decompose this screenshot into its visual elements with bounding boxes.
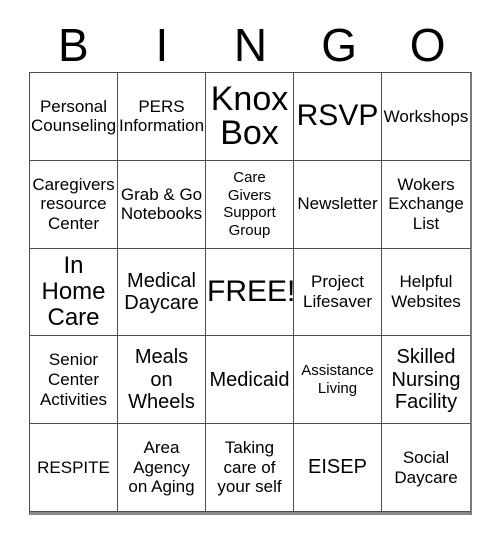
bingo-cell-label: Medicaid bbox=[209, 368, 290, 391]
bingo-cell-label: FREE! bbox=[207, 274, 294, 308]
bingo-cell[interactable]: Newsletter bbox=[294, 160, 382, 249]
bingo-header: B I N G O bbox=[29, 18, 472, 72]
bingo-cell-label: Senior Center Activities bbox=[39, 350, 108, 409]
bingo-cell-label: Medical Daycare bbox=[124, 269, 199, 314]
bingo-cell-label: RESPITE bbox=[37, 457, 110, 477]
bingo-cell-label: EISEP bbox=[308, 456, 367, 479]
bingo-cell-label: Knox Box bbox=[210, 80, 289, 153]
bingo-cell-label: Caregivers resource Center bbox=[32, 174, 115, 233]
bingo-cell-label: Area Agency on Aging bbox=[128, 438, 195, 497]
bingo-cell-label: Project Lifesaver bbox=[303, 272, 372, 311]
bingo-cell[interactable]: Medicaid bbox=[206, 336, 294, 425]
bingo-header-letter-i: I bbox=[155, 19, 169, 71]
bingo-cell-label: Social Daycare bbox=[394, 448, 458, 487]
bingo-cell[interactable]: Skilled Nursing Facility bbox=[382, 336, 470, 425]
bingo-cell-label: Workshops bbox=[383, 106, 469, 126]
bingo-cell[interactable]: PERS Information bbox=[118, 73, 206, 161]
bingo-cell[interactable]: Personal Counseling bbox=[30, 73, 118, 161]
bingo-cell-label: PERS Information bbox=[119, 96, 205, 136]
bingo-cell[interactable]: Workshops bbox=[382, 73, 470, 161]
bingo-cell[interactable]: Project Lifesaver bbox=[294, 248, 382, 337]
bingo-grid: Personal Counseling PERS Information Knox … bbox=[29, 72, 472, 515]
bingo-cell[interactable]: In Home Care bbox=[30, 248, 118, 337]
bingo-cell[interactable]: Taking care of your self bbox=[206, 424, 294, 512]
bingo-cell-label: Taking care of your self bbox=[217, 438, 282, 497]
bingo-cell[interactable]: Area Agency on Aging bbox=[118, 424, 206, 512]
bingo-cell[interactable]: Knox Box bbox=[206, 73, 294, 161]
bingo-cell-label: In Home Care bbox=[41, 252, 106, 331]
bingo-cell-label: Helpful Websites bbox=[391, 272, 461, 311]
bingo-header-letter-b: B bbox=[57, 19, 89, 71]
bingo-cell-label: Wokers Exchange List bbox=[388, 174, 464, 233]
bingo-cell[interactable]: Helpful Websites bbox=[382, 248, 470, 337]
bingo-cell[interactable]: RESPITE bbox=[30, 424, 118, 512]
bingo-cell-label: Care Givers Support Group bbox=[223, 168, 276, 239]
bingo-cell[interactable]: Care Givers Support Group bbox=[206, 160, 294, 249]
bingo-cell[interactable]: FREE! bbox=[206, 248, 294, 337]
bingo-cell-label: Personal Counseling bbox=[31, 96, 117, 136]
bingo-cell[interactable]: Wokers Exchange List bbox=[382, 160, 470, 249]
bingo-header-letter-g: G bbox=[321, 19, 357, 71]
bingo-cell[interactable]: Meals on Wheels bbox=[118, 336, 206, 425]
bingo-cell-label: Grab & Go Notebooks bbox=[120, 184, 203, 224]
bingo-cell[interactable]: Social Daycare bbox=[382, 424, 470, 512]
bingo-cell[interactable]: EISEP bbox=[294, 424, 382, 512]
bingo-cell[interactable]: RSVP bbox=[294, 73, 382, 161]
bingo-cell[interactable]: Senior Center Activities bbox=[30, 336, 118, 425]
bingo-cell[interactable]: Grab & Go Notebooks bbox=[118, 160, 206, 249]
bingo-card: B I N G O Personal Counseling PERS Inform… bbox=[0, 0, 500, 544]
bingo-cell-label: RSVP bbox=[296, 99, 379, 133]
bingo-cell[interactable]: Medical Daycare bbox=[118, 248, 206, 337]
bingo-header-letter-n: N bbox=[233, 19, 268, 71]
bingo-cell-label: Assistance Living bbox=[301, 362, 374, 397]
bingo-cell-label: Newsletter bbox=[297, 194, 378, 214]
bingo-cell[interactable]: Assistance Living bbox=[294, 336, 382, 425]
bingo-header-letter-o: O bbox=[409, 19, 446, 71]
bingo-cell[interactable]: Caregivers resource Center bbox=[30, 160, 118, 249]
bingo-cell-label: Skilled Nursing Facility bbox=[391, 346, 461, 413]
bingo-cell-label: Meals on Wheels bbox=[128, 346, 195, 413]
